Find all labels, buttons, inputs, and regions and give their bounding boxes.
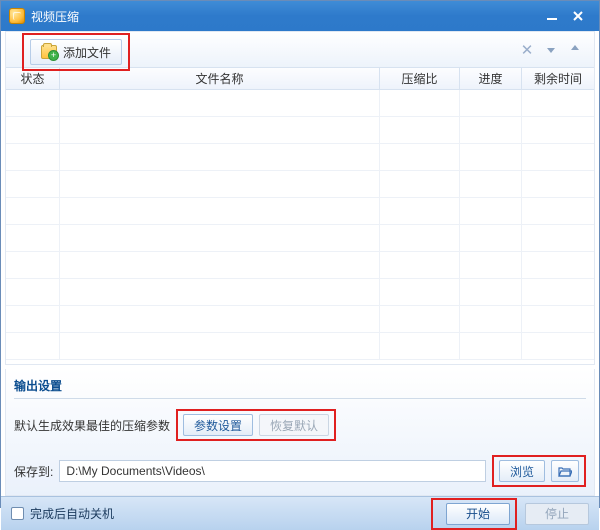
highlight-add-file: 添加文件: [22, 33, 130, 71]
table-row: [6, 225, 594, 252]
save-line: 保存到: D:\My Documents\Videos\ 浏览: [14, 455, 586, 487]
table-row: [6, 171, 594, 198]
stop-button[interactable]: 停止: [525, 503, 589, 525]
output-settings-panel: 输出设置 默认生成效果最佳的压缩参数 参数设置 恢复默认 保存到: D:\My …: [5, 369, 595, 496]
app-logo-icon: [9, 8, 25, 24]
shutdown-checkbox[interactable]: [11, 507, 24, 520]
table-row: [6, 144, 594, 171]
add-file-label: 添加文件: [63, 44, 111, 61]
footer-bar: 完成后自动关机 开始 停止: [1, 496, 599, 530]
param-hint: 默认生成效果最佳的压缩参数: [14, 417, 170, 434]
highlight-browse: 浏览: [492, 455, 586, 487]
table-header: 状态 文件名称 压缩比 进度 剩余时间: [6, 68, 594, 90]
table-row: [6, 117, 594, 144]
folder-add-icon: [41, 45, 57, 59]
browse-button[interactable]: 浏览: [499, 460, 545, 482]
remove-icon[interactable]: ✕: [518, 41, 536, 59]
highlight-start: 开始: [431, 498, 517, 530]
col-name[interactable]: 文件名称: [60, 68, 380, 89]
restore-default-button[interactable]: 恢复默认: [259, 414, 329, 436]
highlight-param-buttons: 参数设置 恢复默认: [176, 409, 336, 441]
table-body: [6, 90, 594, 364]
start-button[interactable]: 开始: [446, 503, 510, 525]
table-row: [6, 279, 594, 306]
col-status[interactable]: 状态: [6, 68, 60, 89]
title-bar: 视频压缩: [1, 1, 599, 31]
table-row: [6, 90, 594, 117]
param-settings-button[interactable]: 参数设置: [183, 414, 253, 436]
table-row: [6, 333, 594, 360]
col-progress[interactable]: 进度: [460, 68, 522, 89]
move-down-icon[interactable]: [542, 42, 560, 58]
output-section-title: 输出设置: [14, 373, 586, 399]
file-list-panel: 添加文件 ✕ 状态 文件名称 压缩比 进度 剩余时间: [5, 31, 595, 365]
save-to-label: 保存到:: [14, 463, 53, 480]
close-button[interactable]: [565, 7, 591, 25]
move-up-icon[interactable]: [566, 42, 584, 58]
table-row: [6, 252, 594, 279]
col-ratio[interactable]: 压缩比: [380, 68, 460, 89]
table-row: [6, 306, 594, 333]
table-row: [6, 198, 594, 225]
window-title: 视频压缩: [31, 8, 79, 25]
open-folder-icon: [558, 465, 572, 477]
minimize-button[interactable]: [539, 7, 565, 25]
col-time[interactable]: 剩余时间: [522, 68, 594, 89]
save-path-field[interactable]: D:\My Documents\Videos\: [59, 460, 486, 482]
param-line: 默认生成效果最佳的压缩参数 参数设置 恢复默认: [14, 409, 586, 441]
toolbar: 添加文件 ✕: [6, 32, 594, 68]
add-file-button[interactable]: 添加文件: [30, 39, 122, 65]
open-folder-button[interactable]: [551, 460, 579, 482]
